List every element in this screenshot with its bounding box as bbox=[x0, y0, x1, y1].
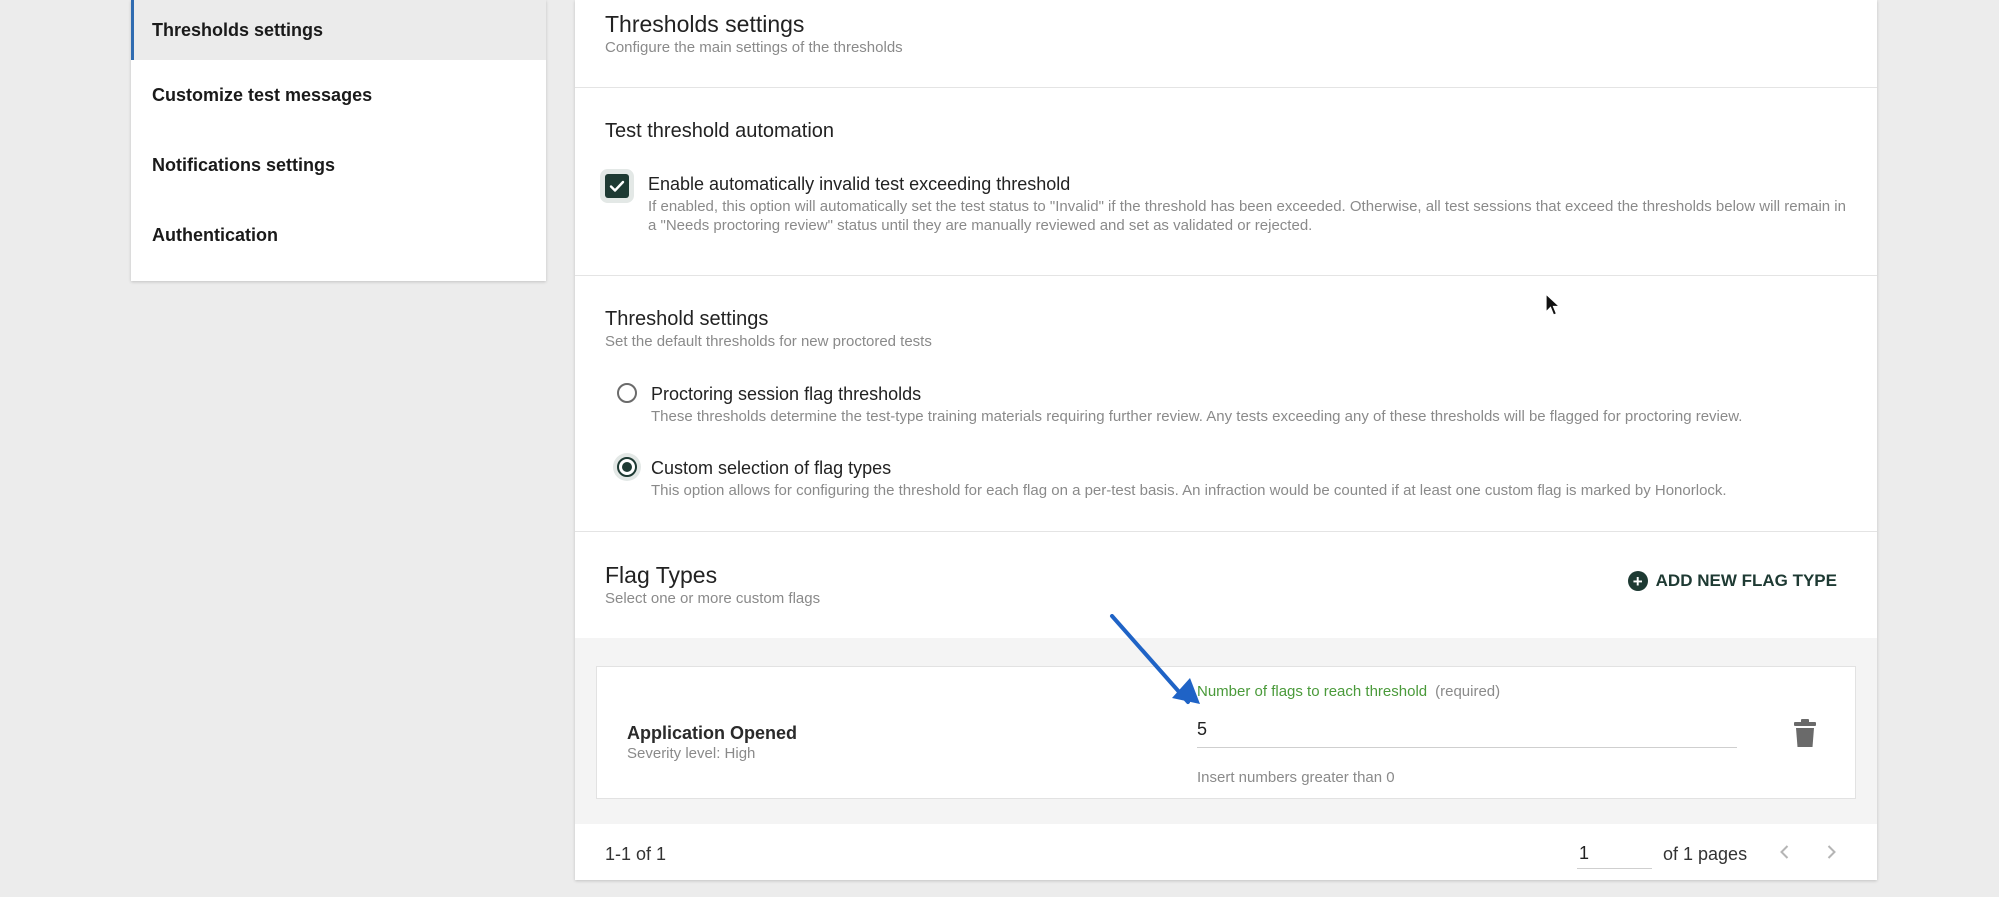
invalid-automation-checkbox[interactable] bbox=[605, 174, 629, 198]
annotation-arrow-icon bbox=[1110, 614, 1200, 704]
page-title: Thresholds settings bbox=[605, 11, 805, 37]
threshold-count-label: Number of flags to reach threshold (requi… bbox=[1197, 683, 1500, 700]
threshold-settings-subtitle: Set the default thresholds for new proct… bbox=[605, 333, 932, 350]
add-new-flag-type-label: ADD NEW FLAG TYPE bbox=[1655, 571, 1837, 590]
custom-flag-types-label: Custom selection of flag types bbox=[651, 458, 892, 478]
page-subtitle: Configure the main settings of the thres… bbox=[605, 39, 903, 56]
automation-title: Test threshold automation bbox=[605, 120, 835, 142]
page-total: of 1 pages bbox=[1663, 844, 1748, 864]
threshold-settings-title: Threshold settings bbox=[605, 308, 769, 330]
sidebar-item-notifications-settings[interactable]: Notifications settings bbox=[131, 130, 546, 200]
proctoring-flag-thresholds-radio[interactable] bbox=[617, 383, 637, 403]
page-number-input[interactable] bbox=[1577, 838, 1652, 869]
automation-checkbox-label: Enable automatically invalid test exceed… bbox=[648, 174, 1071, 194]
trash-icon[interactable] bbox=[1793, 718, 1817, 748]
automation-checkbox-description: If enabled, this option will automatical… bbox=[648, 198, 1846, 234]
sidebar-item-authentication[interactable]: Authentication bbox=[131, 200, 546, 270]
chevron-right-icon[interactable] bbox=[1820, 841, 1842, 863]
flag-type-card: Application Opened Severity level: High … bbox=[596, 666, 1856, 799]
mouse-pointer-icon bbox=[1545, 293, 1561, 316]
threshold-count-hint: Insert numbers greater than 0 bbox=[1197, 769, 1395, 786]
proctoring-flag-thresholds-label: Proctoring session flag thresholds bbox=[651, 384, 922, 404]
threshold-count-label-text: Number of flags to reach threshold bbox=[1197, 683, 1428, 700]
checkmark-icon bbox=[609, 180, 625, 192]
flag-types-list: Application Opened Severity level: High … bbox=[575, 638, 1877, 824]
custom-flag-types-description: This option allows for configuring the t… bbox=[651, 482, 1727, 499]
flag-type-name: Application Opened bbox=[627, 723, 798, 743]
divider bbox=[575, 275, 1877, 276]
sidebar-item-thresholds-settings[interactable]: Thresholds settings bbox=[131, 0, 546, 60]
flag-severity: Severity level: High bbox=[627, 745, 756, 762]
flag-types-title: Flag Types bbox=[605, 562, 718, 588]
plus-circle-icon: + bbox=[1627, 571, 1648, 591]
settings-sidebar: Thresholds settings Customize test messa… bbox=[131, 0, 546, 281]
add-new-flag-type-button[interactable]: + ADD NEW FLAG TYPE bbox=[1627, 571, 1837, 591]
sidebar-item-customize-test-messages[interactable]: Customize test messages bbox=[131, 60, 546, 130]
custom-flag-types-radio[interactable] bbox=[617, 457, 637, 477]
pagination-range: 1-1 of 1 bbox=[605, 844, 667, 864]
chevron-left-icon[interactable] bbox=[1774, 841, 1796, 863]
threshold-count-input[interactable] bbox=[1197, 711, 1737, 748]
divider bbox=[575, 531, 1877, 532]
settings-panel: Thresholds settings Configure the main s… bbox=[575, 0, 1877, 880]
proctoring-flag-thresholds-description: These thresholds determine the test-type… bbox=[651, 408, 1743, 425]
required-indicator: (required) bbox=[1435, 683, 1501, 700]
flag-types-subtitle: Select one or more custom flags bbox=[605, 590, 821, 607]
divider bbox=[575, 87, 1877, 88]
